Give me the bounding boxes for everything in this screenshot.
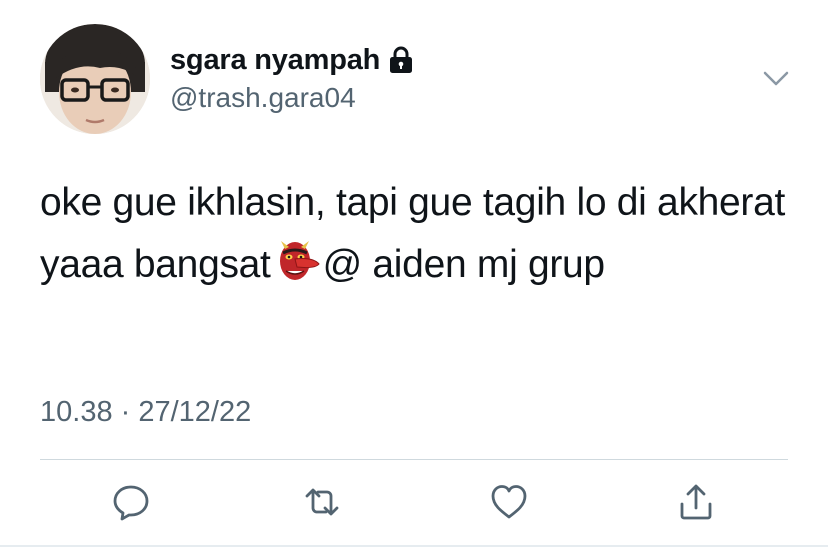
- retweet-icon: [305, 488, 339, 516]
- tweet-text: oke gue ikhlasin, tapi gue tagih lo di a…: [40, 172, 800, 296]
- like-button[interactable]: [485, 478, 533, 526]
- share-button[interactable]: [672, 478, 720, 526]
- retweet-button[interactable]: [298, 478, 346, 526]
- lock-icon: [388, 46, 414, 74]
- divider: [40, 459, 788, 460]
- share-icon: [680, 484, 712, 520]
- reply-button[interactable]: [107, 478, 155, 526]
- display-name[interactable]: sgara nyampah: [170, 44, 380, 77]
- heart-icon: [491, 485, 527, 519]
- chevron-down-icon[interactable]: [760, 64, 792, 92]
- user-handle[interactable]: @trash.gara04: [170, 82, 356, 114]
- tweet-card: sgara nyampah @trash.gara04 oke gue ikhl…: [0, 0, 828, 547]
- goblin-mask-emoji: [277, 239, 321, 283]
- avatar[interactable]: [40, 24, 150, 134]
- name-row: sgara nyampah: [170, 42, 414, 78]
- tweet-text-part2: @ aiden mj grup: [322, 243, 606, 286]
- speech-bubble-icon: [113, 485, 149, 521]
- tweet-timestamp[interactable]: 10.38 · 27/12/22: [40, 396, 251, 429]
- action-bar: [0, 478, 828, 528]
